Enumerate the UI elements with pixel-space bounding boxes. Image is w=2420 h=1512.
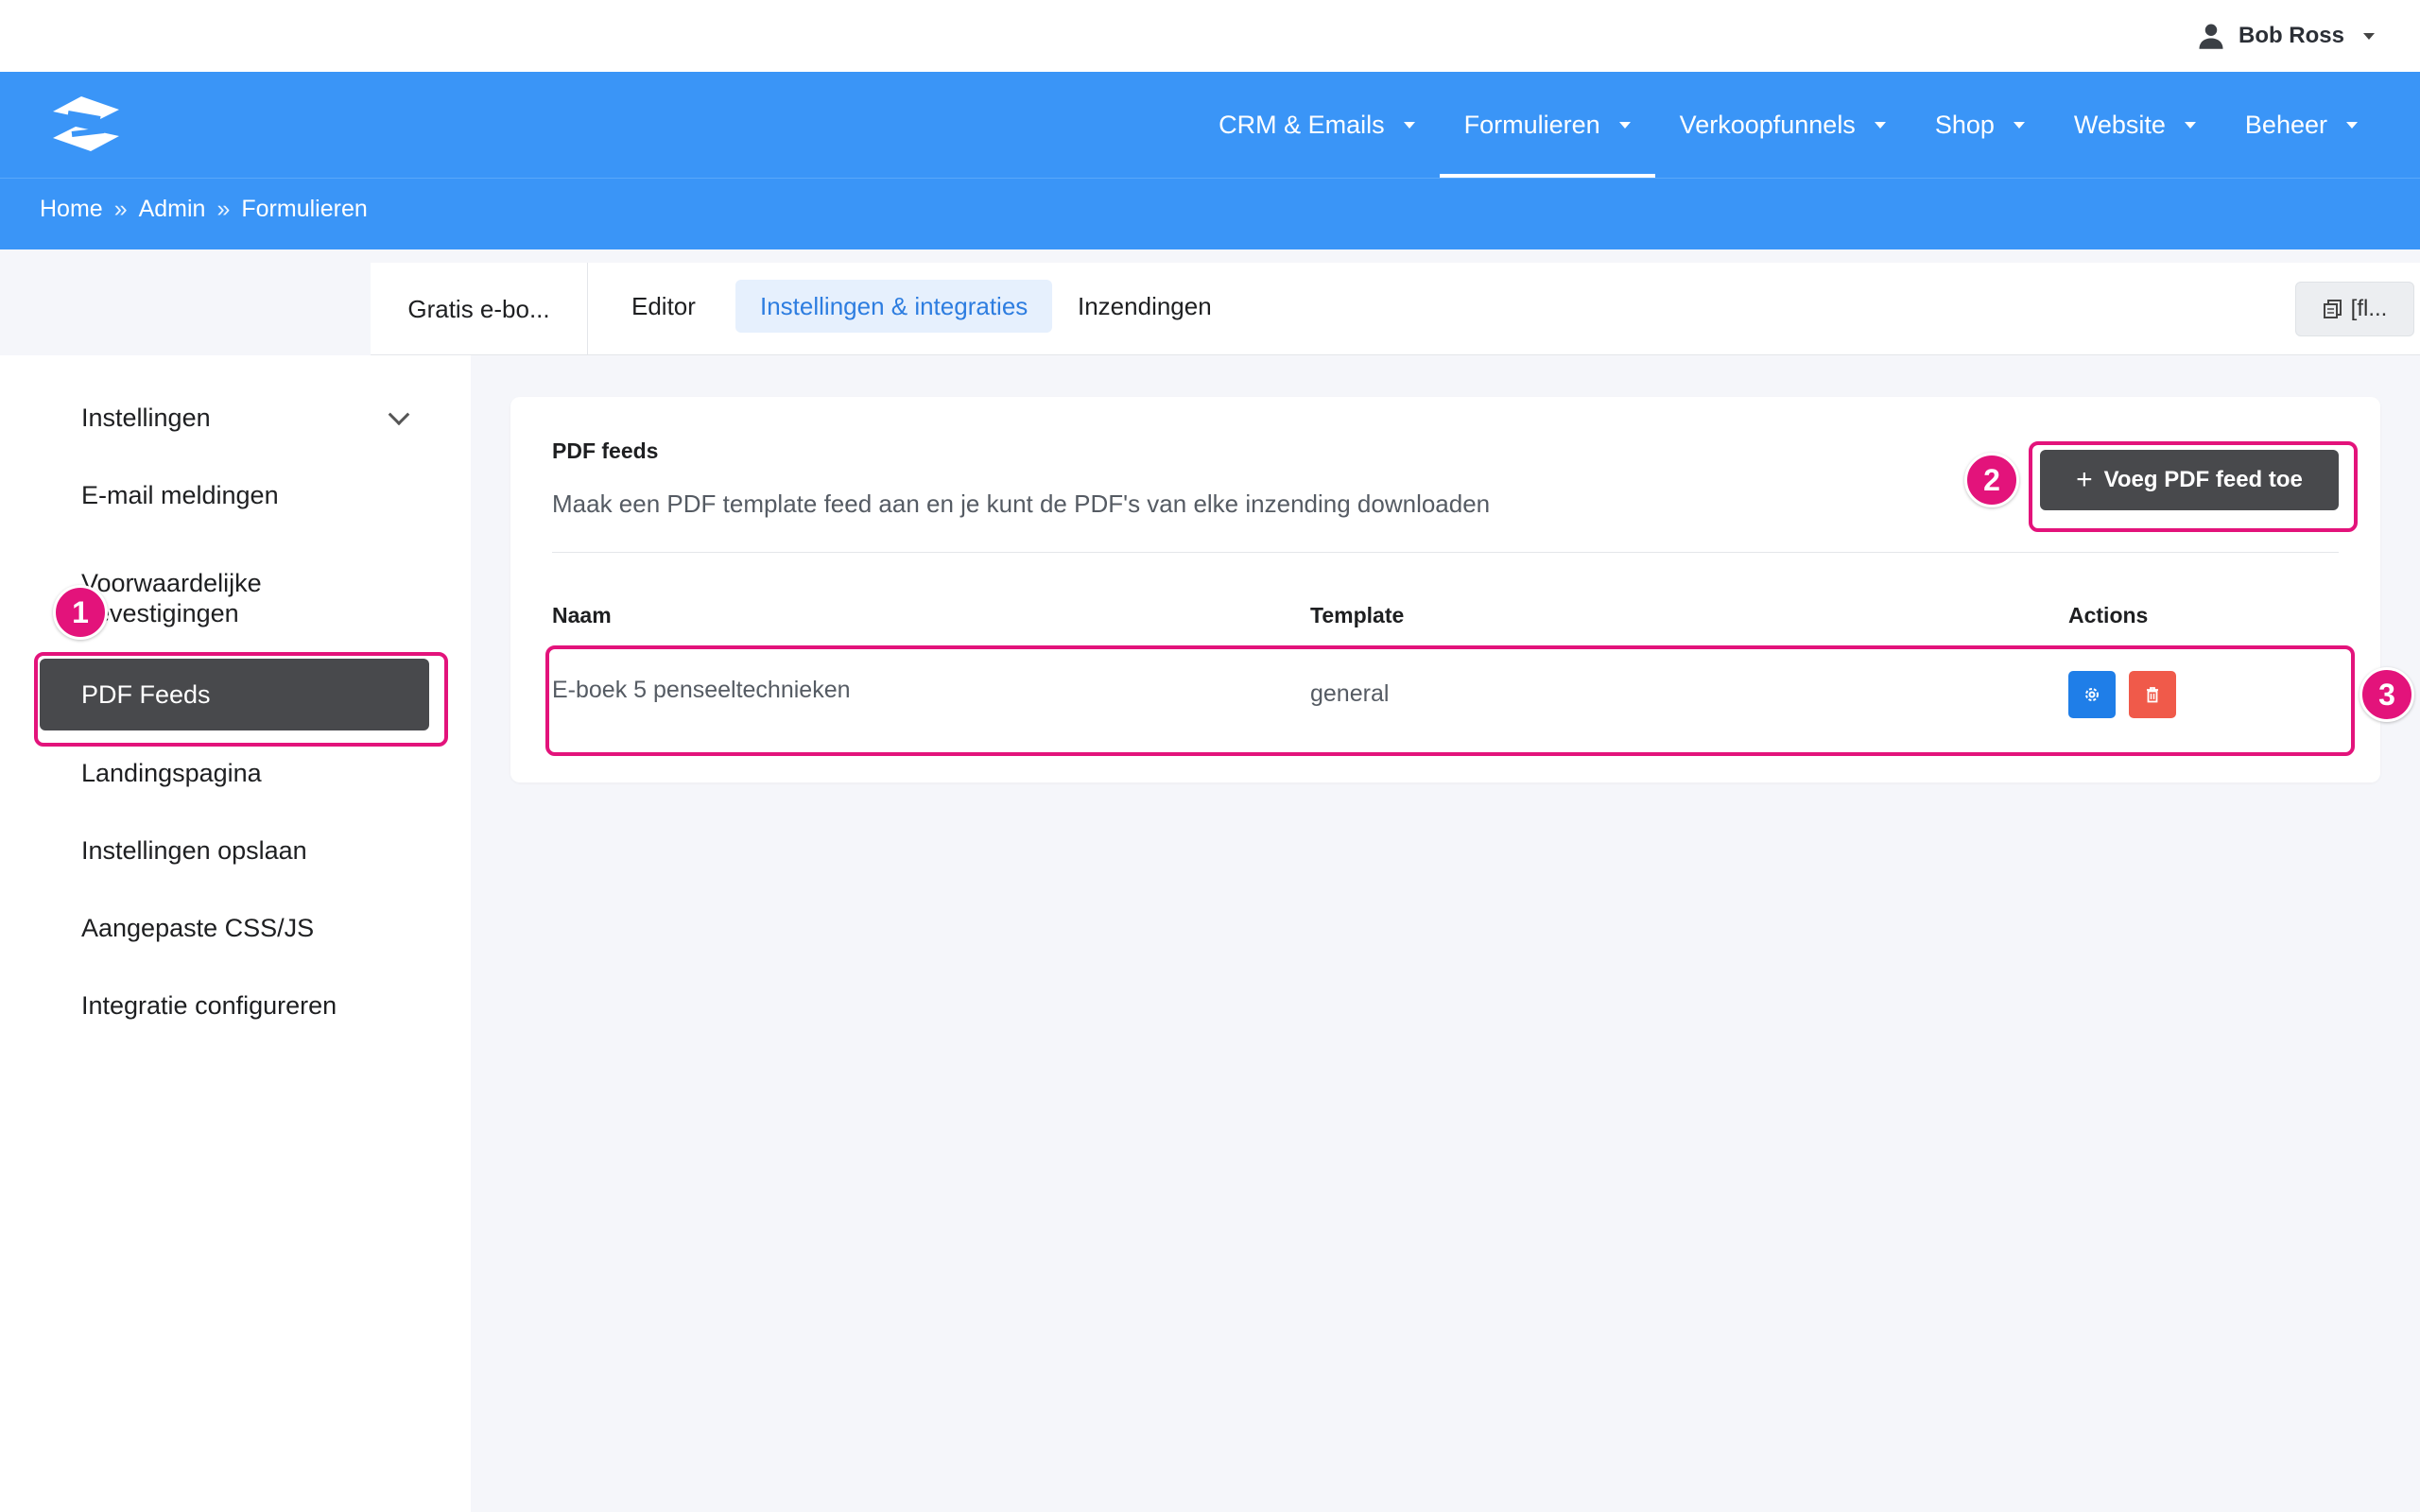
tab-editor[interactable]: Editor (607, 280, 720, 333)
nav-item-verkoopfunnels[interactable]: Verkoopfunnels (1655, 72, 1910, 178)
tab-instellingen-integraties[interactable]: Instellingen & integraties (735, 280, 1053, 333)
user-menu[interactable]: Bob Ross (2197, 17, 2375, 55)
sidebar-item-label: Aangepaste CSS/JS (81, 913, 315, 942)
nav-item-label: Website (2073, 110, 2166, 139)
user-name: Bob Ross (2238, 23, 2344, 48)
column-header-template: Template (1310, 603, 1405, 627)
feed-delete-button[interactable] (2129, 671, 2176, 718)
breadcrumb-formulieren[interactable]: Formulieren (241, 196, 367, 223)
settings-sidebar: Instellingen E-mail meldingen Voorwaarde… (0, 355, 471, 1512)
feed-template: general (1310, 680, 1390, 707)
nav-item-label: Verkoopfunnels (1679, 110, 1856, 139)
breadcrumb-separator: » (216, 196, 231, 222)
chevron-down-icon (2184, 121, 2196, 129)
user-icon (2199, 24, 2223, 49)
chevron-down-icon (388, 404, 410, 426)
sidebar-item-label: PDF Feeds (81, 679, 211, 709)
sidebar-item-label: Instellingen (81, 403, 211, 432)
nav-item-beheer[interactable]: Beheer (2221, 72, 2382, 178)
panel-description: Maak een PDF template feed aan en je kun… (552, 490, 1491, 518)
sidebar-item-aangepaste-css-js[interactable]: Aangepaste CSS/JS (40, 902, 429, 954)
annotation-badge-2: 2 (1964, 453, 2019, 507)
chevron-down-icon (1618, 121, 1631, 129)
plus-icon: + (2076, 464, 2093, 495)
tab-inzendingen[interactable]: Inzendingen (1053, 280, 1236, 333)
breadcrumb-separator: » (113, 196, 128, 222)
chevron-down-icon (2363, 32, 2375, 40)
breadcrumb-home[interactable]: Home (40, 196, 103, 223)
trash-icon (2147, 687, 2158, 703)
sidebar-item-instellingen[interactable]: Instellingen (40, 391, 429, 444)
brand-logo-icon[interactable] (43, 93, 129, 155)
nav-item-label: Shop (1934, 110, 1995, 139)
sidebar-item-landingspagina[interactable]: Landingspagina (40, 747, 429, 799)
sidebar-item-integratie-configureren[interactable]: Integratie configureren (40, 979, 429, 1032)
pdf-feeds-panel: PDF feeds Maak een PDF template feed aan… (510, 397, 2380, 782)
sidebar-item-label: Landingspagina (81, 758, 262, 787)
gear-icon (2085, 688, 2099, 701)
sidebar-item-label: Voorwaardelijke bevestigingen (81, 569, 262, 627)
form-name: Gratis e-bo... (371, 263, 588, 355)
nav-item-label: Beheer (2244, 110, 2327, 139)
chevron-down-icon (1874, 121, 1886, 129)
column-header-actions: Actions (2068, 603, 2149, 627)
panel-title: PDF feeds (552, 438, 659, 463)
breadcrumb-admin[interactable]: Admin (139, 196, 206, 223)
nav-item-shop[interactable]: Shop (1910, 72, 2049, 178)
sidebar-item-pdf-feeds[interactable]: PDF Feeds (40, 659, 429, 730)
sidebar-item-label: Integratie configureren (81, 990, 337, 1020)
nav-item-label: CRM & Emails (1219, 110, 1385, 139)
sidebar-item-label: Instellingen opslaan (81, 835, 307, 865)
feed-name: E-boek 5 penseeltechnieken (552, 677, 851, 703)
nav-menu: CRM & Emails Formulieren Verkoopfunnels … (1194, 72, 2382, 178)
column-header-naam: Naam (552, 603, 612, 627)
add-pdf-feed-label: Voeg PDF feed toe (2103, 467, 2303, 492)
chevron-down-icon (1403, 121, 1415, 129)
breadcrumb: Home » Admin » Formulieren (40, 196, 368, 223)
shortcode-copy-button[interactable]: [fl... (2295, 282, 2414, 336)
chevron-down-icon (2013, 121, 2025, 129)
annotation-badge-1: 1 (53, 585, 108, 640)
form-tabs-bar: Gratis e-bo... Editor Instellingen & int… (371, 263, 2420, 355)
breadcrumb-bar: Home » Admin » Formulieren (0, 178, 2420, 249)
user-bar: Bob Ross (0, 0, 2420, 72)
annotation-badge-3: 3 (2360, 667, 2414, 722)
shortcode-label: [fl... (2350, 296, 2388, 321)
sidebar-item-instellingen-opslaan[interactable]: Instellingen opslaan (40, 824, 429, 877)
nav-item-formulieren[interactable]: Formulieren (1439, 72, 1655, 178)
nav-item-crm-emails[interactable]: CRM & Emails (1194, 72, 1440, 178)
nav-item-website[interactable]: Website (2049, 72, 2221, 178)
copy-icon (2323, 300, 2342, 318)
sidebar-item-label: E-mail meldingen (81, 480, 279, 509)
add-pdf-feed-button[interactable]: + Voeg PDF feed toe (2040, 450, 2339, 510)
chevron-down-icon (2346, 121, 2358, 129)
sidebar-item-email-meldingen[interactable]: E-mail meldingen (40, 469, 429, 522)
nav-item-label: Formulieren (1463, 110, 1600, 139)
divider (552, 552, 2339, 553)
main-navbar: CRM & Emails Formulieren Verkoopfunnels … (0, 72, 2420, 178)
feed-settings-button[interactable] (2068, 671, 2116, 718)
